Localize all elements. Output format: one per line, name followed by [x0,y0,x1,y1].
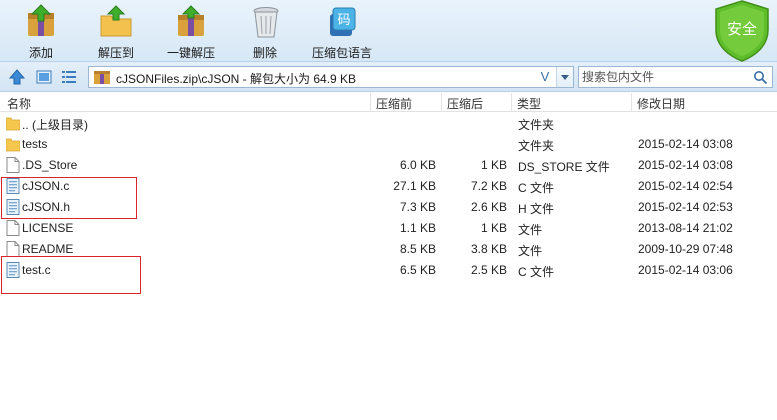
c-file-icon [6,178,20,194]
address-dropdown-button[interactable] [556,67,573,87]
column-header-name[interactable]: 名称 [7,95,31,112]
add-label: 添加 [28,46,53,60]
file-name: .. (上级目录) [22,118,88,132]
zip-archive-icon [94,71,110,84]
up-arrow-icon[interactable] [8,68,26,86]
file-row-readme[interactable]: README 8.5 KB 3.8 KB 文件 2009-10-29 07:48 [0,239,777,260]
safe-label: 安全 [727,20,757,38]
file-type: C 文件 [518,181,555,195]
search-input[interactable] [582,69,750,85]
file-list: .. (上级目录) 文件夹 tests 文件夹 2015-02-14 03:08… [0,113,777,420]
file-packed-size: 2.6 KB [470,200,507,214]
file-type: 文件 [518,244,543,258]
search-icon[interactable] [753,70,768,85]
one-click-extract-button[interactable]: 一键解压 [166,4,216,60]
file-row-license[interactable]: LICENSE 1.1 KB 1 KB 文件 2013-08-14 21:02 [0,218,777,239]
file-modified: 2009-10-29 07:48 [638,242,733,256]
file-modified: 2015-02-14 03:08 [638,137,733,151]
file-modified: 2015-02-14 02:53 [638,200,733,214]
column-header-type[interactable]: 类型 [517,95,541,112]
file-packed-size: 1 KB [480,221,507,235]
file-type: 文件夹 [518,118,555,132]
file-icon [6,241,20,257]
language-icon: 码 [330,7,356,36]
file-name: test.c [22,263,51,277]
file-name: README [22,242,74,256]
file-row-ds-store[interactable]: .DS_Store 6.0 KB 1 KB DS_STORE 文件 2015-0… [0,155,777,176]
delete-label: 删除 [252,46,277,60]
file-type: C 文件 [518,265,555,279]
file-packed-size: 7.2 KB [470,179,507,193]
column-header-size[interactable]: 压缩前 [376,95,412,112]
search-box[interactable] [578,66,773,88]
column-headers: 名称 压缩前 压缩后 类型 修改日期 [0,93,777,112]
file-packed-size: 1 KB [480,158,507,172]
file-name: LICENSE [22,221,74,235]
zip-language-button[interactable]: 码 压缩包语言 [310,4,374,60]
file-row-cjson-h[interactable]: cJSON.h 7.3 KB 2.6 KB H 文件 2015-02-14 02… [0,197,777,218]
file-type: 文件 [518,223,543,237]
file-size: 6.5 KB [399,263,436,277]
file-size: 8.5 KB [399,242,436,256]
file-row-test-c[interactable]: test.c 6.5 KB 2.5 KB C 文件 2015-02-14 03:… [0,260,777,281]
add-archive-icon [28,4,54,36]
toolbar: 添加 解压到 一键解压 删除 码 压缩包语言 安全 [0,0,777,62]
file-modified: 2015-02-14 03:06 [638,263,733,277]
c-file-icon [6,262,20,278]
file-packed-size: 3.8 KB [470,242,507,256]
file-type: DS_STORE 文件 [518,160,610,174]
column-divider[interactable] [511,93,512,111]
column-divider[interactable] [370,93,371,111]
file-size: 7.3 KB [399,200,436,214]
file-size: 6.0 KB [399,158,436,172]
file-size: 27.1 KB [393,179,436,193]
file-modified: 2013-08-14 21:02 [638,221,733,235]
extract-folder-icon [100,5,132,37]
file-row-parent-directory[interactable]: .. (上级目录) 文件夹 [0,113,777,134]
one-click-extract-icon [178,5,204,36]
file-name: cJSON.c [22,179,70,193]
file-size: 1.1 KB [399,221,436,235]
folder-icon [6,117,20,131]
file-icon [6,220,20,236]
chevron-down-icon [561,75,569,80]
file-type: 文件夹 [518,139,555,153]
language-badge-text: 码 [337,13,350,28]
file-icon [6,157,20,173]
address-path: cJSONFiles.zip\cJSON - 解包大小为 64.9 KB [116,72,357,86]
extract-to-label: 解压到 [97,46,134,60]
trash-icon [253,7,279,38]
column-divider[interactable] [441,93,442,111]
folder-icon [6,138,20,152]
shield-icon: 安全 [715,0,769,62]
thumbnail-view-icon[interactable] [35,68,53,86]
file-modified: 2015-02-14 02:54 [638,179,733,193]
address-chevron[interactable]: V [536,67,554,87]
column-divider[interactable] [631,93,632,111]
delete-button[interactable]: 删除 [248,4,282,60]
extract-to-button[interactable]: 解压到 [94,4,138,60]
file-name: tests [22,137,48,151]
c-file-icon [6,199,20,215]
file-modified: 2015-02-14 03:08 [638,158,733,172]
file-name: cJSON.h [22,200,71,214]
list-view-icon[interactable] [60,68,78,86]
column-header-packed[interactable]: 压缩后 [447,95,483,112]
file-row-tests[interactable]: tests 文件夹 2015-02-14 03:08 [0,134,777,155]
one-click-extract-label: 一键解压 [166,46,215,60]
add-button[interactable]: 添加 [20,4,62,60]
file-packed-size: 2.5 KB [470,263,507,277]
address-bar: cJSONFiles.zip\cJSON - 解包大小为 64.9 KB V [0,62,777,92]
address-field[interactable]: cJSONFiles.zip\cJSON - 解包大小为 64.9 KB V [88,66,574,88]
file-type: H 文件 [518,202,555,216]
file-name: .DS_Store [22,158,78,172]
column-header-modified[interactable]: 修改日期 [637,95,685,112]
file-row-cjson-c[interactable]: cJSON.c 27.1 KB 7.2 KB C 文件 2015-02-14 0… [0,176,777,197]
safe-badge[interactable]: 安全 [713,0,771,62]
zip-language-label: 压缩包语言 [311,46,372,60]
